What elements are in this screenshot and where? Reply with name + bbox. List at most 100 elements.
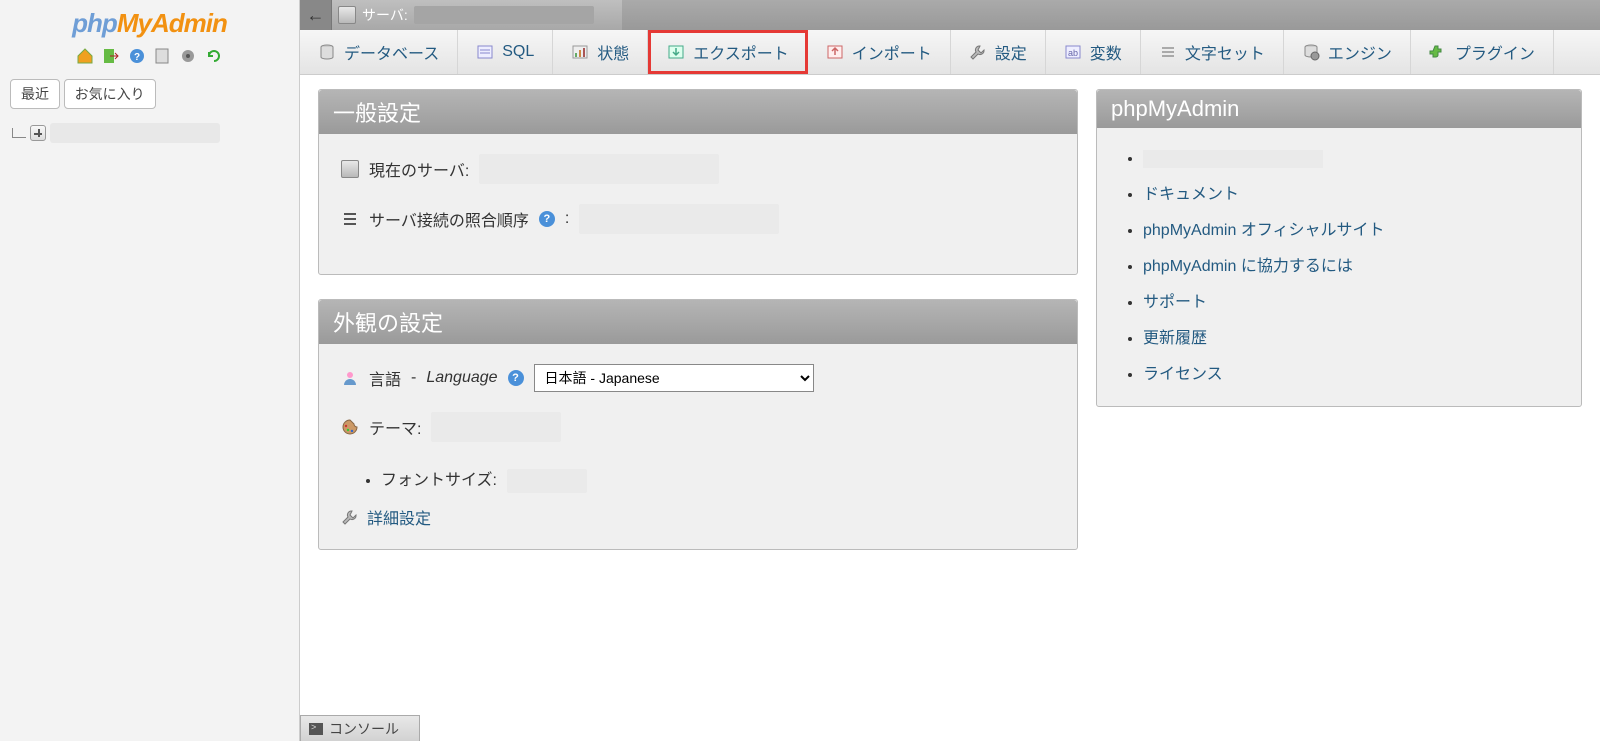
- language-row: 言語 - Language ? 日本語 - Japanese: [341, 364, 1055, 392]
- link-license[interactable]: ライセンス: [1143, 366, 1223, 383]
- sql-docs-icon[interactable]: [153, 47, 171, 65]
- docs-icon[interactable]: ?: [128, 47, 146, 65]
- logo-part2: MyAdmin: [117, 8, 227, 38]
- back-button[interactable]: ←: [300, 0, 332, 30]
- charset-icon: [1159, 43, 1177, 61]
- help-icon[interactable]: ?: [508, 370, 524, 386]
- current-server-value[interactable]: [479, 154, 719, 184]
- link-support[interactable]: サポート: [1143, 294, 1207, 311]
- tab-databases[interactable]: データベース: [300, 30, 458, 74]
- tab-label: 変数: [1090, 40, 1122, 64]
- tab-settings[interactable]: 設定: [951, 30, 1046, 74]
- phpmyadmin-info-panel: phpMyAdmin ドキュメント phpMyAdmin オフィシャルサイト p…: [1096, 89, 1582, 407]
- list-item[interactable]: ライセンス: [1143, 354, 1563, 390]
- tab-export[interactable]: エクスポート: [648, 30, 808, 74]
- tab-import[interactable]: インポート: [808, 30, 951, 74]
- collation-value[interactable]: [579, 204, 779, 234]
- tab-label: データベース: [344, 40, 439, 64]
- link-docs[interactable]: ドキュメント: [1143, 186, 1239, 203]
- left-column: 一般設定 現在のサーバ: サーバ接続の照合順序 ? :: [318, 89, 1078, 574]
- theme-row: テーマ:: [341, 412, 1055, 442]
- tab-engines[interactable]: エンジン: [1284, 30, 1411, 74]
- fontsize-value[interactable]: [507, 469, 587, 493]
- more-settings-row[interactable]: 詳細設定: [341, 497, 1055, 529]
- home-icon[interactable]: [76, 47, 94, 65]
- palette-icon: [341, 418, 359, 436]
- svg-text:ab: ab: [1068, 48, 1078, 58]
- link-contribute[interactable]: phpMyAdmin に協力するには: [1143, 258, 1353, 275]
- tab-label: エンジン: [1328, 40, 1392, 64]
- collation-row: サーバ接続の照合順序 ? :: [341, 204, 1055, 234]
- language-sep: -: [411, 369, 416, 387]
- list-item[interactable]: phpMyAdmin に協力するには: [1143, 246, 1563, 282]
- sidebar: phpMyAdmin ? 最近 お気に入り: [0, 0, 300, 741]
- tree-row[interactable]: [12, 123, 287, 143]
- links-list: ドキュメント phpMyAdmin オフィシャルサイト phpMyAdmin に…: [1115, 144, 1563, 390]
- tab-label: 文字セット: [1185, 40, 1265, 64]
- wrench-icon: [341, 508, 359, 526]
- language-select[interactable]: 日本語 - Japanese: [534, 364, 814, 392]
- import-icon: [826, 43, 844, 61]
- top-tabs: データベース SQL 状態 エクスポート インポート 設定 ab 変数 文字セッ: [300, 30, 1600, 75]
- server-bar: ← サーバ:: [300, 0, 1600, 30]
- general-settings-panel: 一般設定 現在のサーバ: サーバ接続の照合順序 ? :: [318, 89, 1078, 275]
- recent-button[interactable]: 最近: [10, 79, 60, 109]
- list-item[interactable]: サポート: [1143, 282, 1563, 318]
- tab-variables[interactable]: ab 変数: [1046, 30, 1141, 74]
- theme-label: テーマ:: [369, 415, 421, 439]
- more-settings-link[interactable]: 詳細設定: [367, 505, 431, 529]
- tab-charsets[interactable]: 文字セット: [1141, 30, 1284, 74]
- appearance-list: フォントサイズ:: [341, 462, 1055, 497]
- reload-icon[interactable]: [205, 47, 223, 65]
- language-label-jp: 言語: [369, 366, 401, 390]
- list-item[interactable]: 更新履歴: [1143, 318, 1563, 354]
- panel-title: 外観の設定: [319, 300, 1077, 344]
- console-icon: [309, 723, 323, 735]
- main-area: ← サーバ: データベース SQL 状態 エクスポート インポート: [300, 0, 1600, 741]
- theme-value[interactable]: [431, 412, 561, 442]
- console-bar[interactable]: コンソール: [300, 715, 420, 741]
- list-item[interactable]: phpMyAdmin オフィシャルサイト: [1143, 210, 1563, 246]
- list-item[interactable]: [1143, 144, 1563, 174]
- link-changes[interactable]: 更新履歴: [1143, 330, 1207, 347]
- engine-icon: [1302, 43, 1320, 61]
- tree-handle-icon: [12, 128, 26, 138]
- tab-label: エクスポート: [693, 40, 789, 64]
- logout-icon[interactable]: [102, 47, 120, 65]
- db-tree: [0, 115, 299, 151]
- language-label-en: Language: [426, 369, 497, 387]
- wrench-icon: [969, 43, 987, 61]
- right-column: phpMyAdmin ドキュメント phpMyAdmin オフィシャルサイト p…: [1096, 89, 1582, 574]
- nav-settings-icon[interactable]: [179, 47, 197, 65]
- tab-sql[interactable]: SQL: [458, 30, 553, 74]
- current-server-row: 現在のサーバ:: [341, 154, 1055, 184]
- database-icon: [318, 43, 336, 61]
- current-server-label: 現在のサーバ:: [369, 157, 469, 181]
- content: 一般設定 現在のサーバ: サーバ接続の照合順序 ? :: [300, 75, 1600, 588]
- favorites-button[interactable]: お気に入り: [64, 79, 156, 109]
- link-official[interactable]: phpMyAdmin オフィシャルサイト: [1143, 222, 1385, 239]
- server-icon: [338, 6, 356, 24]
- server-name-redacted: [414, 6, 594, 24]
- collation-colon: :: [565, 210, 569, 228]
- fontsize-label: フォントサイズ:: [381, 472, 497, 489]
- help-icon[interactable]: ?: [539, 211, 555, 227]
- phpmyadmin-logo: phpMyAdmin: [0, 0, 299, 43]
- appearance-settings-panel: 外観の設定 言語 - Language ? 日本語 - Japanese: [318, 299, 1078, 550]
- list-item[interactable]: ドキュメント: [1143, 174, 1563, 210]
- collation-label: サーバ接続の照合順序: [369, 207, 529, 231]
- collation-icon: [341, 210, 359, 228]
- tree-node-label[interactable]: [50, 123, 220, 143]
- tab-plugins[interactable]: プラグイン: [1411, 30, 1554, 74]
- server-label: サーバ:: [362, 5, 408, 25]
- user-icon: [341, 369, 359, 387]
- server-breadcrumb[interactable]: サーバ:: [332, 0, 622, 30]
- tab-label: インポート: [852, 40, 932, 64]
- tab-status[interactable]: 状態: [553, 30, 648, 74]
- tree-expand-icon[interactable]: [30, 125, 46, 141]
- panel-title: phpMyAdmin: [1097, 90, 1581, 128]
- tab-label: 設定: [995, 40, 1027, 64]
- logo-part1: php: [72, 8, 117, 38]
- server-icon: [341, 160, 359, 178]
- console-label: コンソール: [329, 719, 399, 739]
